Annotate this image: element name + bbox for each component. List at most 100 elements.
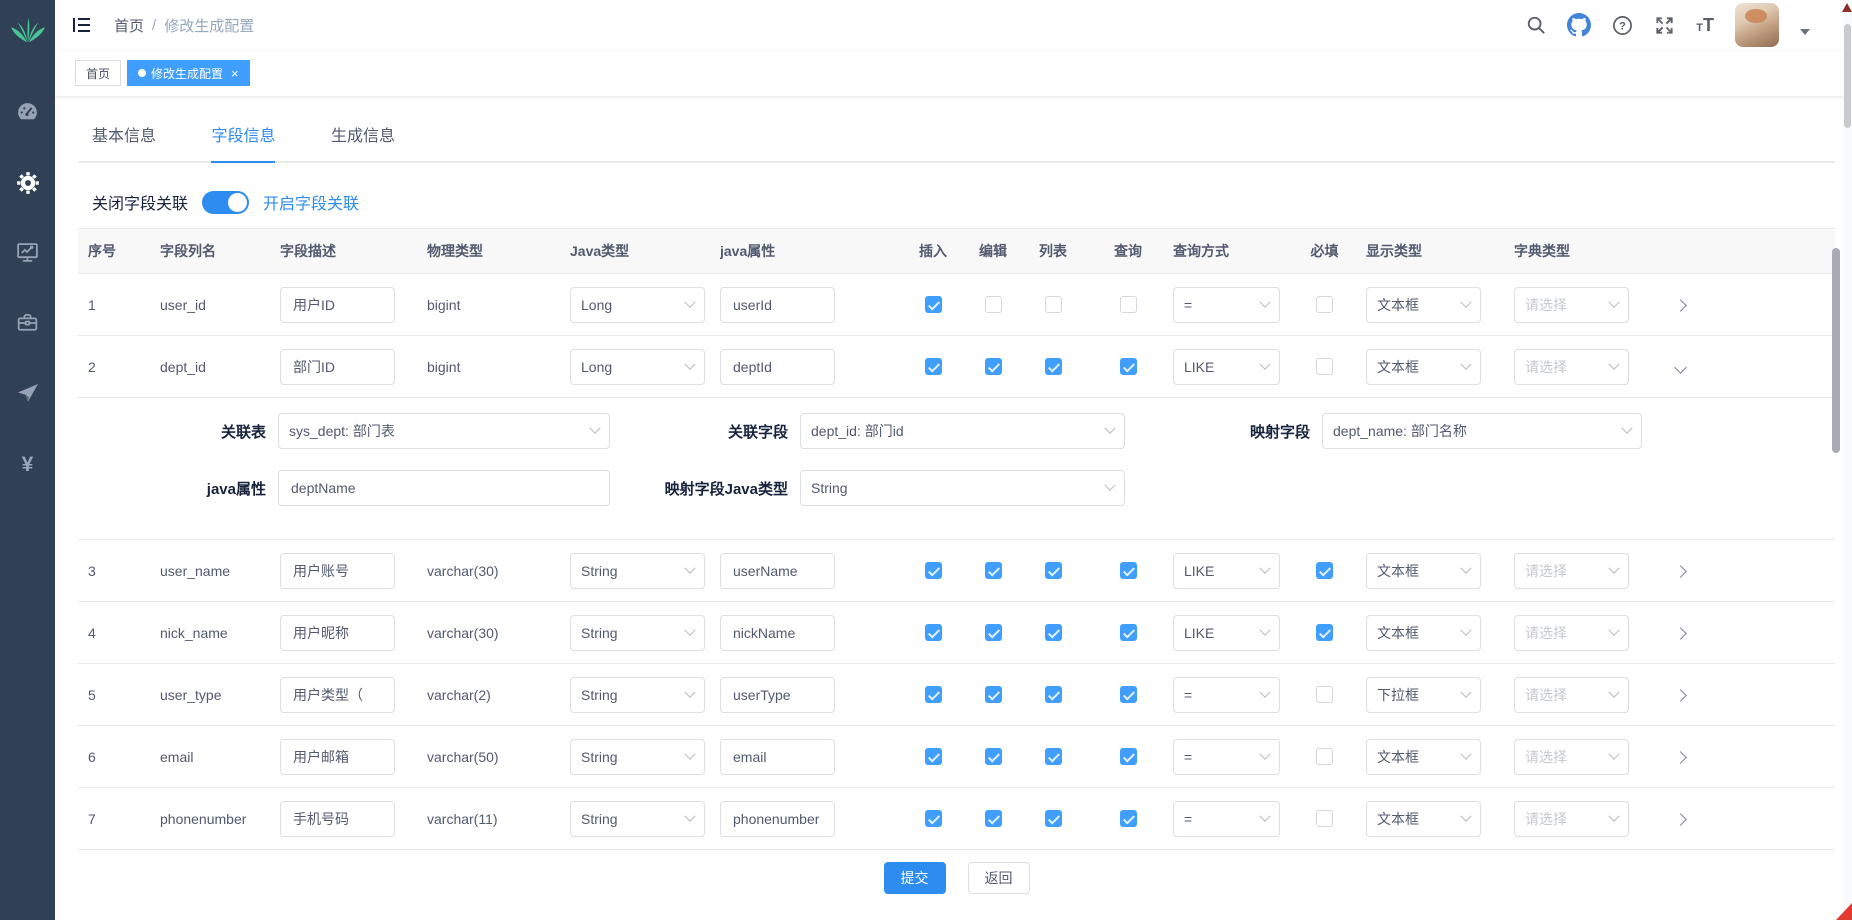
insert-checkbox[interactable] xyxy=(925,562,942,579)
insert-checkbox[interactable] xyxy=(925,686,942,703)
association-on-label[interactable]: 开启字段关联 xyxy=(263,190,359,214)
relation-field-select[interactable]: dept_id: 部门id xyxy=(800,413,1125,449)
list-checkbox[interactable] xyxy=(1045,748,1062,765)
dict-type-select[interactable]: 请选择 xyxy=(1514,677,1629,713)
expand-icon[interactable] xyxy=(1674,299,1687,312)
insert-checkbox[interactable] xyxy=(925,624,942,641)
display-type-select[interactable]: 文本框 xyxy=(1366,287,1481,323)
java-field-input[interactable] xyxy=(720,615,835,651)
expand-icon[interactable] xyxy=(1674,361,1687,374)
tab-generate-info[interactable]: 生成信息 xyxy=(331,122,395,163)
required-checkbox[interactable] xyxy=(1316,624,1333,641)
java-attr-input[interactable] xyxy=(278,470,610,506)
query-type-select[interactable]: LIKE xyxy=(1173,615,1280,651)
list-checkbox[interactable] xyxy=(1045,810,1062,827)
query-type-select[interactable]: LIKE xyxy=(1173,553,1280,589)
tag-home[interactable]: 首页 xyxy=(75,60,121,86)
breadcrumb-home[interactable]: 首页 xyxy=(114,15,144,36)
expand-icon[interactable] xyxy=(1674,565,1687,578)
edit-checkbox[interactable] xyxy=(985,562,1002,579)
query-checkbox[interactable] xyxy=(1120,358,1137,375)
list-checkbox[interactable] xyxy=(1045,296,1062,313)
tab-basic-info[interactable]: 基本信息 xyxy=(92,122,156,163)
desc-input[interactable] xyxy=(280,553,395,589)
edit-checkbox[interactable] xyxy=(985,686,1002,703)
query-type-select[interactable]: LIKE xyxy=(1173,349,1280,385)
sidebar-item-pay[interactable]: ¥ xyxy=(0,430,55,500)
tag-current[interactable]: 修改生成配置 × xyxy=(127,60,250,86)
insert-checkbox[interactable] xyxy=(925,810,942,827)
dict-type-select[interactable]: 请选择 xyxy=(1514,615,1629,651)
java-type-select[interactable]: String xyxy=(570,801,705,837)
java-type-select[interactable]: String xyxy=(570,739,705,775)
tab-field-info[interactable]: 字段信息 xyxy=(211,122,275,163)
sidebar-item-system[interactable] xyxy=(0,150,55,220)
page-scrollbar[interactable] xyxy=(1843,0,1852,920)
mapping-java-type-select[interactable]: String xyxy=(800,470,1125,506)
list-checkbox[interactable] xyxy=(1045,358,1062,375)
query-type-select[interactable]: = xyxy=(1173,801,1280,837)
desc-input[interactable] xyxy=(280,801,395,837)
dict-type-select[interactable]: 请选择 xyxy=(1514,739,1629,775)
fullscreen-icon[interactable] xyxy=(1654,15,1675,36)
edit-checkbox[interactable] xyxy=(985,296,1002,313)
query-checkbox[interactable] xyxy=(1120,748,1137,765)
desc-input[interactable] xyxy=(280,739,395,775)
required-checkbox[interactable] xyxy=(1316,296,1333,313)
required-checkbox[interactable] xyxy=(1316,748,1333,765)
desc-input[interactable] xyxy=(280,349,395,385)
java-field-input[interactable] xyxy=(720,677,835,713)
desc-input[interactable] xyxy=(280,287,395,323)
java-field-input[interactable] xyxy=(720,349,835,385)
query-checkbox[interactable] xyxy=(1120,296,1137,313)
display-type-select[interactable]: 文本框 xyxy=(1366,615,1481,651)
required-checkbox[interactable] xyxy=(1316,686,1333,703)
required-checkbox[interactable] xyxy=(1316,810,1333,827)
display-type-select[interactable]: 文本框 xyxy=(1366,801,1481,837)
java-field-input[interactable] xyxy=(720,553,835,589)
edit-checkbox[interactable] xyxy=(985,810,1002,827)
required-checkbox[interactable] xyxy=(1316,358,1333,375)
java-type-select[interactable]: String xyxy=(570,553,705,589)
query-type-select[interactable]: = xyxy=(1173,739,1280,775)
query-checkbox[interactable] xyxy=(1120,624,1137,641)
edit-checkbox[interactable] xyxy=(985,358,1002,375)
display-type-select[interactable]: 下拉框 xyxy=(1366,677,1481,713)
page-scrollbar-thumb[interactable] xyxy=(1844,24,1851,128)
expand-icon[interactable] xyxy=(1674,627,1687,640)
expand-icon[interactable] xyxy=(1674,689,1687,702)
back-button[interactable]: 返回 xyxy=(968,862,1030,894)
github-icon[interactable] xyxy=(1567,13,1591,37)
list-checkbox[interactable] xyxy=(1045,686,1062,703)
dict-type-select[interactable]: 请选择 xyxy=(1514,553,1629,589)
expand-icon[interactable] xyxy=(1674,751,1687,764)
query-checkbox[interactable] xyxy=(1120,562,1137,579)
insert-checkbox[interactable] xyxy=(925,748,942,765)
dict-type-select[interactable]: 请选择 xyxy=(1514,349,1629,385)
close-icon[interactable]: × xyxy=(231,67,239,80)
list-checkbox[interactable] xyxy=(1045,562,1062,579)
java-type-select[interactable]: Long xyxy=(570,287,705,323)
mapping-field-select[interactable]: dept_name: 部门名称 xyxy=(1322,413,1642,449)
display-type-select[interactable]: 文本框 xyxy=(1366,553,1481,589)
insert-checkbox[interactable] xyxy=(925,358,942,375)
scroll-up-arrow[interactable] xyxy=(1842,3,1852,12)
association-toggle[interactable] xyxy=(202,191,249,214)
java-field-input[interactable] xyxy=(720,739,835,775)
logo[interactable] xyxy=(9,10,47,50)
java-type-select[interactable]: String xyxy=(570,615,705,651)
edit-checkbox[interactable] xyxy=(985,624,1002,641)
search-icon[interactable] xyxy=(1526,15,1546,35)
display-type-select[interactable]: 文本框 xyxy=(1366,739,1481,775)
list-checkbox[interactable] xyxy=(1045,624,1062,641)
relation-table-select[interactable]: sys_dept: 部门表 xyxy=(278,413,610,449)
query-type-select[interactable]: = xyxy=(1173,677,1280,713)
java-type-select[interactable]: Long xyxy=(570,349,705,385)
desc-input[interactable] xyxy=(280,677,395,713)
display-type-select[interactable]: 文本框 xyxy=(1366,349,1481,385)
required-checkbox[interactable] xyxy=(1316,562,1333,579)
expand-icon[interactable] xyxy=(1674,813,1687,826)
help-icon[interactable]: ? xyxy=(1612,15,1633,36)
sidebar-item-job[interactable] xyxy=(0,360,55,430)
java-field-input[interactable] xyxy=(720,287,835,323)
